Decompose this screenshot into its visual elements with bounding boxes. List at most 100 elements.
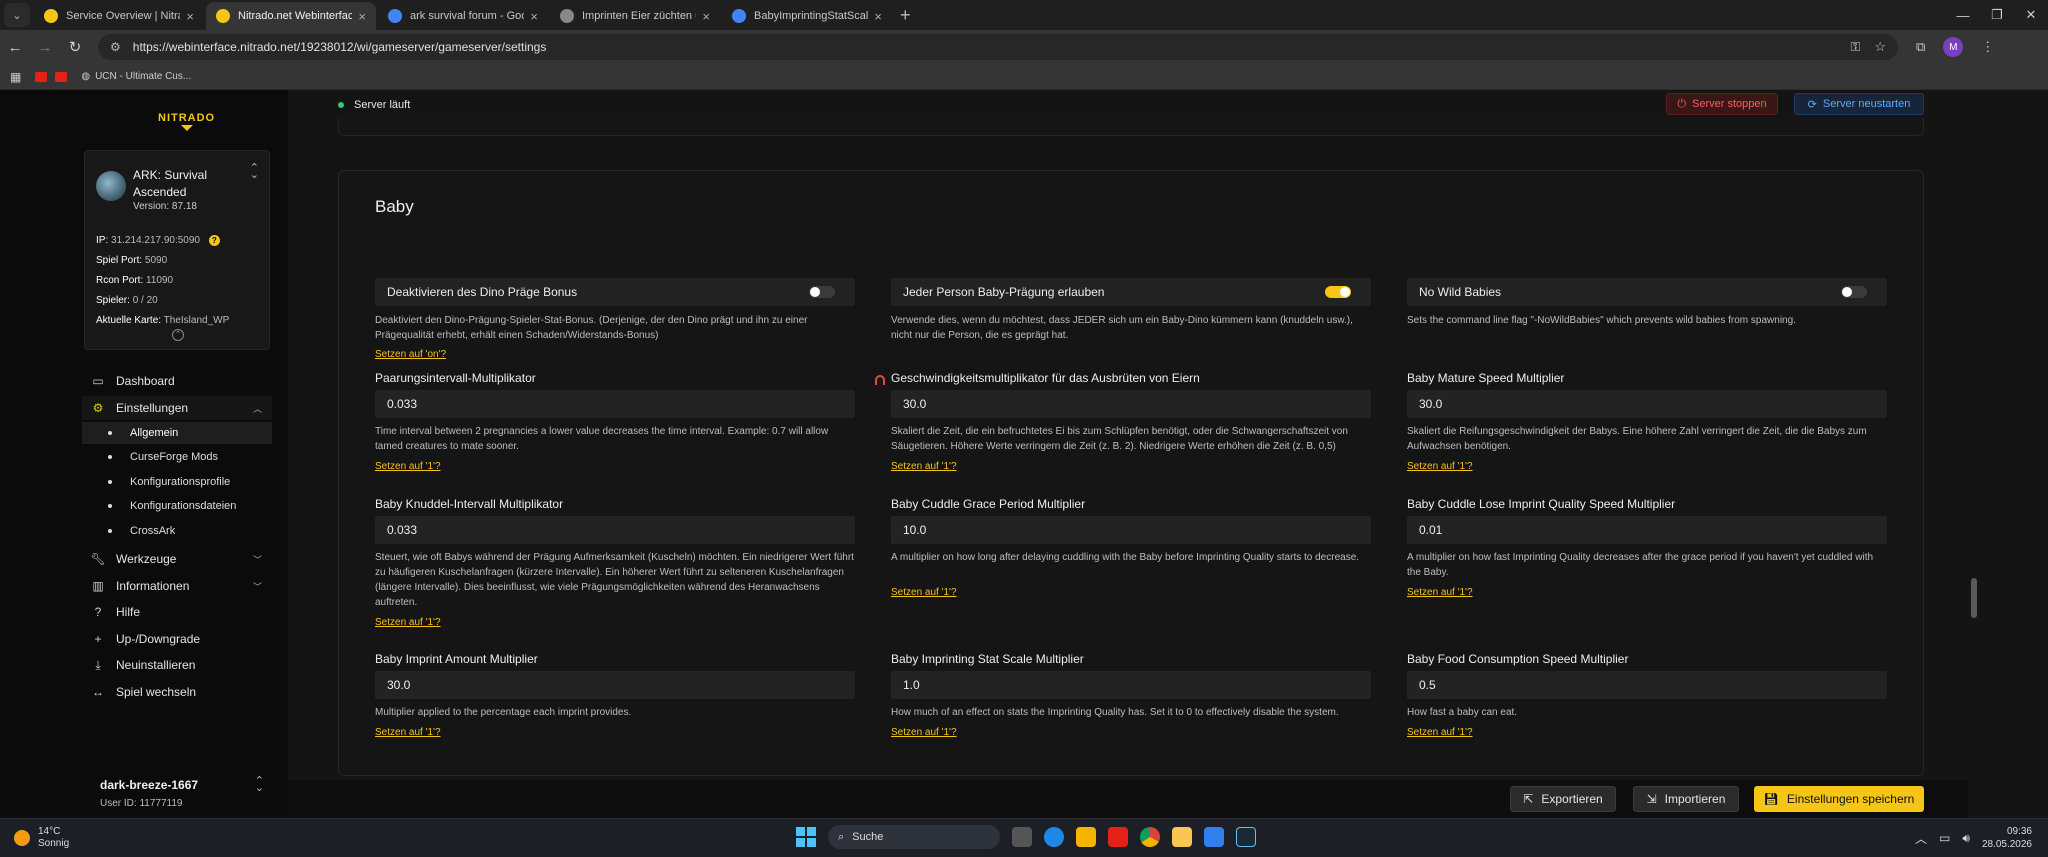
field-description: Skaliert die Reifungsgeschwindigkeit der… bbox=[1407, 426, 1867, 452]
collapse-card-icon[interactable]: ⌃ bbox=[172, 329, 184, 341]
cuddle-lose-imprint-input[interactable] bbox=[1407, 516, 1887, 544]
toggle-switch[interactable] bbox=[1841, 286, 1867, 298]
restart-server-button[interactable]: ⟳ Server neustarten bbox=[1794, 93, 1924, 115]
save-settings-button[interactable]: 💾︎ Einstellungen speichern bbox=[1754, 786, 1924, 812]
reset-link[interactable]: Setzen auf '1'? bbox=[375, 617, 441, 628]
sidebar-item-tools[interactable]: 🔧︎ Werkzeuge ﹀ bbox=[82, 547, 272, 571]
reset-link[interactable]: Setzen auf '1'? bbox=[1407, 461, 1473, 472]
volume-icon[interactable]: 🔊︎ bbox=[1962, 831, 1970, 846]
forward-icon[interactable]: → bbox=[30, 39, 60, 56]
sidebar-item-information[interactable]: ▥ Informationen ﹀ bbox=[82, 574, 272, 598]
weather-widget[interactable]: 14°C Sonnig bbox=[14, 826, 69, 850]
scrollbar-thumb[interactable] bbox=[1971, 578, 1977, 618]
profile-avatar[interactable]: M bbox=[1943, 37, 1964, 57]
steam-icon[interactable] bbox=[1236, 827, 1256, 847]
save-icon: 💾︎ bbox=[1763, 792, 1779, 806]
clock[interactable]: 09:36 28.05.2026 bbox=[1982, 825, 2032, 851]
server-switch-chevrons-icon[interactable]: ⌃ ⌄ bbox=[250, 163, 259, 181]
toggle-switch[interactable] bbox=[809, 286, 835, 298]
restore-icon[interactable]: ❐ bbox=[1980, 0, 2014, 30]
nitrado-logo[interactable]: NITRADO bbox=[158, 112, 215, 131]
browser-tab[interactable]: BabyImprintingStatScaleMultipl × bbox=[722, 2, 892, 30]
toggle-allow-anyone-imprint[interactable]: Jeder Person Baby-Prägung erlauben bbox=[891, 278, 1371, 306]
sidebar-item-reinstall[interactable]: ⤓ Neuinstallieren bbox=[82, 653, 272, 677]
store-icon[interactable] bbox=[1076, 827, 1096, 847]
reload-icon[interactable]: ↻ bbox=[60, 38, 90, 56]
reset-link[interactable]: Setzen auf '1'? bbox=[375, 461, 441, 472]
imprint-amount-input[interactable] bbox=[375, 671, 855, 699]
tab-close-icon[interactable]: × bbox=[702, 9, 710, 24]
tab-close-icon[interactable]: × bbox=[874, 9, 882, 24]
browser-tab[interactable]: Service Overview | Nitrado | Nit × bbox=[34, 2, 204, 30]
url-field[interactable]: ⚙ https://webinterface.nitrado.net/19238… bbox=[98, 34, 1898, 60]
toggle-disable-dino-imprint-bonus[interactable]: Deaktivieren des Dino Präge Bonus bbox=[375, 278, 855, 306]
new-tab-icon[interactable]: + bbox=[900, 5, 911, 26]
network-icon[interactable]: ▭ bbox=[1939, 831, 1950, 845]
minimize-icon[interactable]: — bbox=[1946, 0, 1980, 30]
stop-server-button[interactable]: ⏻ Server stoppen bbox=[1666, 93, 1778, 115]
tray-chevron-up-icon[interactable]: ︿ bbox=[1915, 830, 1927, 847]
egg-hatch-speed-input[interactable] bbox=[891, 390, 1371, 418]
imprint-stat-scale-input[interactable] bbox=[891, 671, 1371, 699]
windows-start-icon[interactable] bbox=[796, 827, 816, 847]
baby-mature-speed-input[interactable] bbox=[1407, 390, 1887, 418]
export-button[interactable]: ⇱ Exportieren bbox=[1510, 786, 1616, 812]
toggle-no-wild-babies[interactable]: No Wild Babies bbox=[1407, 278, 1887, 306]
mating-interval-input[interactable] bbox=[375, 390, 855, 418]
import-button[interactable]: ⇲ Importieren bbox=[1633, 786, 1739, 812]
sidebar-subitem-config-files[interactable]: Konfigurationsdateien bbox=[82, 495, 272, 517]
tab-close-icon[interactable]: × bbox=[358, 9, 366, 24]
reset-link[interactable]: Setzen auf '1'? bbox=[891, 587, 957, 598]
cuddle-interval-input[interactable] bbox=[375, 516, 855, 544]
page-scrollbar[interactable] bbox=[1969, 90, 1979, 818]
bookmark-star-icon[interactable]: ☆ bbox=[1874, 39, 1886, 55]
key-icon[interactable]: ⚿ bbox=[1850, 39, 1860, 55]
reset-link[interactable]: Setzen auf '1'? bbox=[1407, 587, 1473, 598]
reset-link[interactable]: Setzen auf '1'? bbox=[891, 727, 957, 738]
bookmark-ucn[interactable]: ◍ UCN - Ultimate Cus... bbox=[81, 71, 191, 82]
help-icon[interactable]: ? bbox=[208, 235, 220, 246]
back-icon[interactable]: ← bbox=[0, 39, 30, 56]
browser-tab[interactable]: ark survival forum - Google Su × bbox=[378, 2, 548, 30]
toggle-switch[interactable] bbox=[1325, 286, 1351, 298]
reset-link[interactable]: Setzen auf '1'? bbox=[375, 727, 441, 738]
mail-icon[interactable] bbox=[1204, 827, 1224, 847]
extensions-icon[interactable]: ⧉ bbox=[1916, 39, 1925, 55]
sidebar-subitem-config-profiles[interactable]: Konfigurationsprofile bbox=[82, 471, 272, 493]
site-info-icon[interactable]: ⚙ bbox=[110, 40, 121, 54]
sidebar-subitem-general[interactable]: Allgemein bbox=[82, 422, 272, 444]
toggle-label: Deaktivieren des Dino Präge Bonus bbox=[387, 285, 578, 299]
tab-close-icon[interactable]: × bbox=[530, 9, 538, 24]
menu-dots-icon[interactable]: ⋮ bbox=[1981, 39, 1994, 55]
tab-close-icon[interactable]: × bbox=[186, 9, 194, 24]
browser-tab-active[interactable]: Nitrado.net Webinterface × bbox=[206, 2, 376, 30]
tab-label: BabyImprintingStatScaleMultipl bbox=[754, 10, 869, 22]
task-view-icon[interactable] bbox=[1012, 827, 1032, 847]
sidebar-item-switch-game[interactable]: ↔ Spiel wechseln bbox=[82, 680, 272, 704]
reset-link[interactable]: Setzen auf '1'? bbox=[1407, 727, 1473, 738]
sidebar-item-dashboard[interactable]: ▭ Dashboard bbox=[82, 369, 272, 393]
food-consumption-input[interactable] bbox=[1407, 671, 1887, 699]
youtube-icon[interactable] bbox=[1108, 827, 1128, 847]
edge-icon[interactable] bbox=[1044, 827, 1064, 847]
youtube-bookmark-icon[interactable] bbox=[55, 71, 68, 82]
sidebar-item-upgrade[interactable]: + Up-/Downgrade bbox=[82, 627, 272, 651]
sidebar-subitem-curseforge[interactable]: CurseForge Mods bbox=[82, 446, 272, 468]
sidebar-subitem-crossark[interactable]: CrossArk bbox=[82, 520, 272, 542]
reset-link[interactable]: Setzen auf 'on'? bbox=[375, 349, 446, 360]
sidebar-item-help[interactable]: ? Hilfe bbox=[82, 600, 272, 624]
cuddle-grace-period-input[interactable] bbox=[891, 516, 1371, 544]
apps-grid-icon[interactable]: ▦ bbox=[10, 70, 21, 84]
reset-link[interactable]: Setzen auf '1'? bbox=[891, 461, 957, 472]
sidebar-item-settings[interactable]: ⚙ Einstellungen ︿ bbox=[82, 396, 272, 420]
tab-search-icon[interactable]: ⌄ bbox=[4, 3, 30, 27]
account-switch-chevrons-icon[interactable]: ⌃ ⌄ bbox=[255, 776, 264, 794]
game-avatar bbox=[96, 171, 126, 201]
browser-tab[interactable]: Imprinten Eier züchten und Sch × bbox=[550, 2, 720, 30]
file-explorer-icon[interactable] bbox=[1172, 827, 1192, 847]
taskbar-search[interactable]: ⌕ Suche bbox=[828, 825, 1000, 849]
close-window-icon[interactable]: ✕ bbox=[2014, 0, 2048, 30]
user-account[interactable]: dark-breeze-1667 User ID: 11777119 ⌃ ⌄ bbox=[100, 776, 270, 810]
youtube-bookmark-icon[interactable] bbox=[35, 71, 48, 82]
chrome-icon[interactable] bbox=[1140, 827, 1160, 847]
